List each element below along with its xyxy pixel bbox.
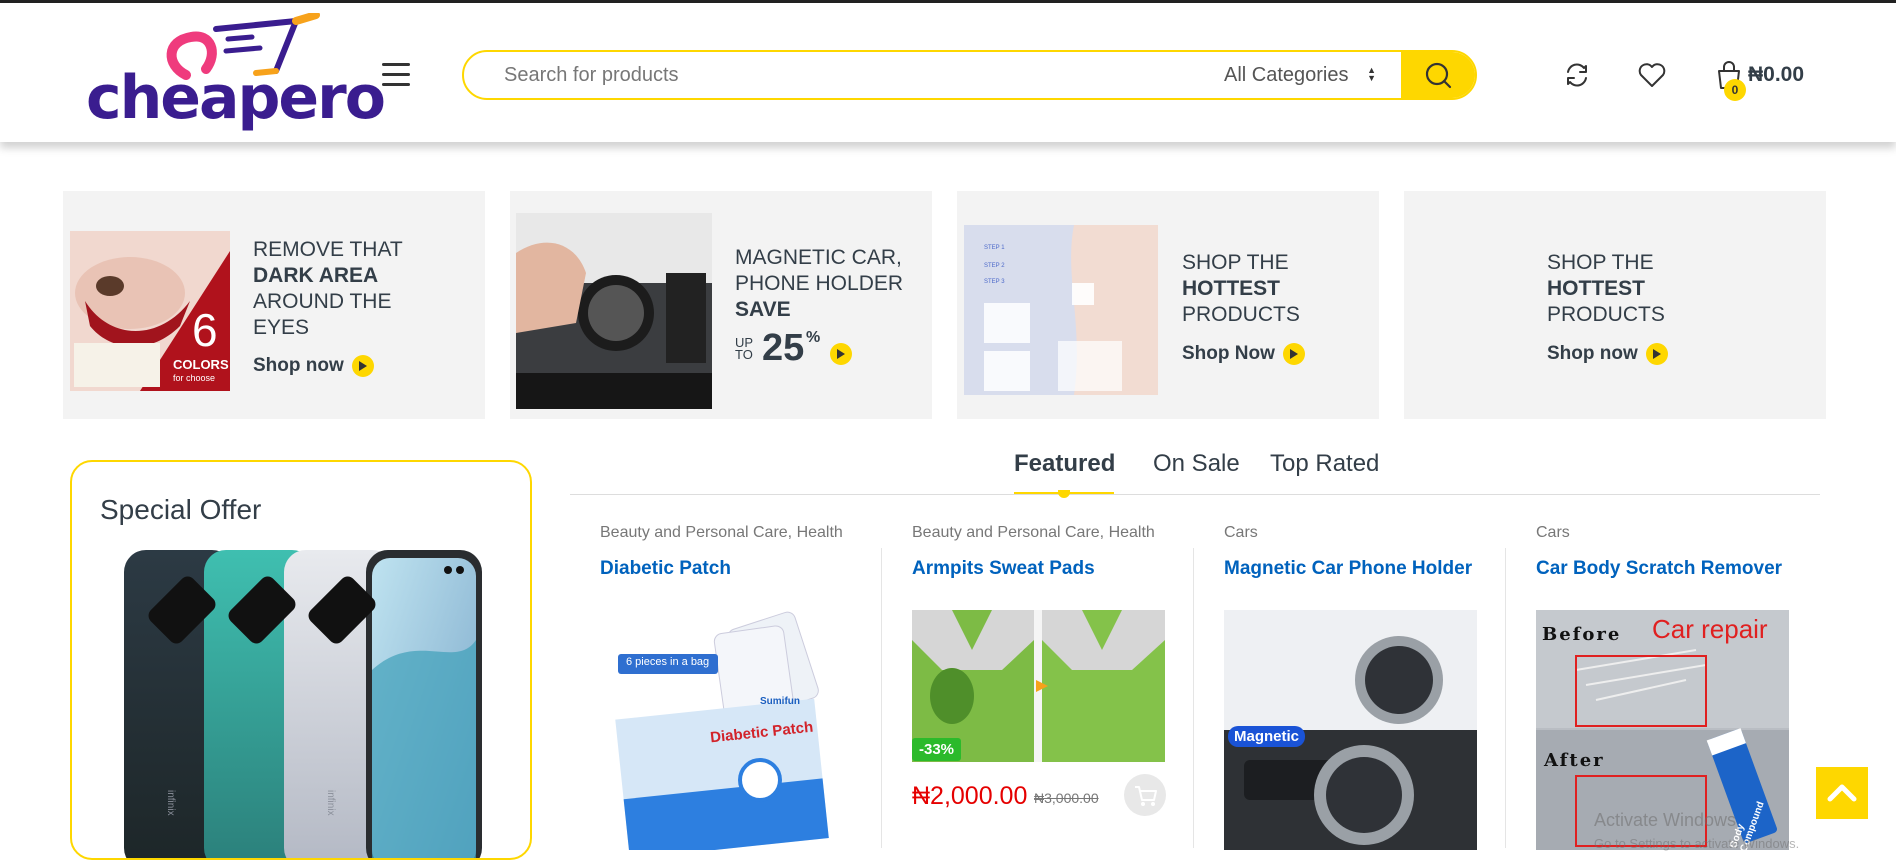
category-select-value: All Categories xyxy=(1224,64,1349,86)
product-card[interactable]: Beauty and Personal Care, Health Diabeti… xyxy=(570,520,880,850)
product-tabs: Featured On Sale Top Rated xyxy=(570,450,1820,495)
svg-text:STEP 2: STEP 2 xyxy=(984,263,1005,269)
banner-line: REMOVE THAT xyxy=(253,238,403,261)
arrow-right-icon[interactable] xyxy=(830,343,852,365)
banner-bold-line: DARK AREA xyxy=(253,264,379,287)
product-category[interactable]: Cars xyxy=(1536,524,1570,542)
scroll-to-top-button[interactable] xyxy=(1816,767,1868,819)
shop-now-label: Shop now xyxy=(1547,343,1638,365)
product-image-before: Before xyxy=(1542,624,1622,645)
product-image-brand: Sumifun xyxy=(760,696,800,707)
banner-hottest-text: SHOP THE HOTTEST PRODUCTS xyxy=(1182,250,1300,328)
banner-car-holder-image xyxy=(516,213,712,409)
banner-bold-line: HOTTEST xyxy=(1547,277,1645,300)
product-image[interactable]: 6 pieces in a bag Sumifun Diabetic Patch xyxy=(600,610,853,850)
banner-eye-patch-image: 6 COLORS for choose xyxy=(70,231,230,391)
product-card[interactable]: Beauty and Personal Care, Health Armpits… xyxy=(882,520,1192,848)
product-image-label: Magnetic xyxy=(1228,726,1306,747)
product-image-repair: Car repair xyxy=(1652,614,1768,644)
shop-now-link[interactable]: Shop Now xyxy=(1182,343,1305,365)
cart-count-badge: 0 xyxy=(1724,79,1746,101)
chevron-up-icon xyxy=(1827,784,1857,802)
special-offer-title: Special Offer xyxy=(100,494,262,525)
product-category[interactable]: Beauty and Personal Care, Health xyxy=(912,524,1155,542)
category-select[interactable]: All Categories ▲ ▼ xyxy=(1224,52,1384,98)
product-name[interactable]: Diabetic Patch xyxy=(600,558,731,580)
banner-hottest-products-2[interactable]: SHOP THE HOTTEST PRODUCTS Shop now xyxy=(1404,191,1826,419)
product-category[interactable]: Beauty and Personal Care, Health xyxy=(600,524,843,542)
product-image-after: After xyxy=(1544,750,1605,771)
shop-now-label: Shop now xyxy=(253,355,344,377)
phone-brand-text: infinix xyxy=(325,790,336,816)
banner-eye-patch-image-number: 6 xyxy=(192,304,218,356)
tab-top-rated[interactable]: Top Rated xyxy=(1270,450,1379,478)
product-old-price: ₦3,000.00 xyxy=(1034,790,1099,806)
banner-percent-sign: % xyxy=(806,329,821,346)
discount-badge: -33% xyxy=(912,738,962,761)
product-card[interactable]: Cars Car Body Scratch Remover Before Car… xyxy=(1506,520,1816,850)
select-arrows-icon: ▲ ▼ xyxy=(1367,65,1376,83)
add-to-cart-icon xyxy=(1135,786,1157,806)
arrow-right-icon xyxy=(1645,343,1668,365)
banner-hottest-products[interactable]: STEP 1 STEP 2 STEP 3 SHOP THE HOTTEST PR… xyxy=(957,191,1379,419)
special-offer-image: infinix infinix xyxy=(116,550,486,858)
product-image-label: 6 pieces in a bag xyxy=(626,656,710,668)
banner-eye-patch[interactable]: 6 COLORS for choose REMOVE THAT DARK ARE… xyxy=(63,191,485,419)
product-price: ₦2,000.00 xyxy=(912,782,1028,810)
tab-on-sale[interactable]: On Sale xyxy=(1153,450,1240,478)
logo-text: cheapero xyxy=(86,63,386,133)
search-bar: All Categories ▲▼ xyxy=(462,50,1477,100)
phone-brand-text: infinix xyxy=(165,790,176,816)
product-name[interactable]: Magnetic Car Phone Holder xyxy=(1224,558,1472,580)
arrow-right-icon xyxy=(1282,343,1305,365)
banner-line: MAGNETIC CAR, xyxy=(735,246,902,269)
search-icon xyxy=(1425,62,1452,89)
product-image[interactable]: -33% xyxy=(912,610,1165,762)
cart-total[interactable]: ₦0.00 xyxy=(1748,63,1804,87)
banner-car-holder-text: MAGNETIC CAR, PHONE HOLDER SAVE xyxy=(735,245,903,323)
svg-text:STEP 3: STEP 3 xyxy=(984,279,1005,285)
compare-icon[interactable] xyxy=(1562,60,1592,90)
banner-bold-line: HOTTEST xyxy=(1182,277,1280,300)
banner-eye-patch-image-choose: for choose xyxy=(173,373,216,383)
banner-line: PHONE HOLDER xyxy=(735,272,904,295)
product-category[interactable]: Cars xyxy=(1224,524,1258,542)
windows-activation-hint: Go to Settings to activate Windows. xyxy=(1594,836,1800,851)
special-offer-card[interactable]: Special Offer infinix infinix xyxy=(70,460,532,860)
banner-percent-value: 25 xyxy=(762,327,805,369)
banner-line: EYES xyxy=(253,316,310,339)
banner-bold-line: SAVE xyxy=(735,298,791,321)
banner-hottest-text: SHOP THE HOTTEST PRODUCTS xyxy=(1547,250,1665,328)
shop-now-label: Shop Now xyxy=(1182,343,1275,365)
shop-now-link[interactable]: Shop now xyxy=(1547,343,1668,365)
product-name[interactable]: Armpits Sweat Pads xyxy=(912,558,1095,580)
banner-eye-patch-text: REMOVE THAT DARK AREA AROUND THE EYES xyxy=(253,237,403,341)
banner-up-to: UP TO xyxy=(735,336,753,362)
menu-icon[interactable] xyxy=(382,63,410,87)
banner-line: PRODUCTS xyxy=(1182,303,1300,326)
arrow-right-icon xyxy=(351,355,374,377)
banner-patch-image: STEP 1 STEP 2 STEP 3 xyxy=(964,225,1158,395)
search-button[interactable] xyxy=(1401,52,1475,98)
product-image[interactable]: Magnetic xyxy=(1224,610,1477,850)
product-card[interactable]: Cars Magnetic Car Phone Holder Magnetic xyxy=(1194,520,1504,850)
windows-activation-watermark: Activate Windows xyxy=(1594,810,1737,830)
to-label: TO xyxy=(735,347,753,362)
search-input[interactable] xyxy=(504,52,1224,98)
banner-line: PRODUCTS xyxy=(1547,303,1665,326)
site-header: cheapero All Categories ▲▼ xyxy=(0,3,1896,142)
active-tab-dot xyxy=(1058,490,1070,498)
banner-line: AROUND THE xyxy=(253,290,392,313)
add-to-cart-button[interactable] xyxy=(1124,774,1166,816)
tab-featured[interactable]: Featured xyxy=(1014,450,1115,478)
banner-line: SHOP THE xyxy=(1182,251,1289,274)
banner-eye-patch-image-colors: COLORS xyxy=(173,357,229,372)
heart-icon[interactable] xyxy=(1637,60,1667,90)
product-name[interactable]: Car Body Scratch Remover xyxy=(1536,558,1782,580)
svg-text:STEP 1: STEP 1 xyxy=(984,245,1005,251)
banner-line: SHOP THE xyxy=(1547,251,1654,274)
site-logo[interactable]: cheapero xyxy=(86,13,386,133)
banner-car-holder[interactable]: MAGNETIC CAR, PHONE HOLDER SAVE UP TO 25 … xyxy=(510,191,932,419)
shop-now-link[interactable]: Shop now xyxy=(253,355,374,377)
